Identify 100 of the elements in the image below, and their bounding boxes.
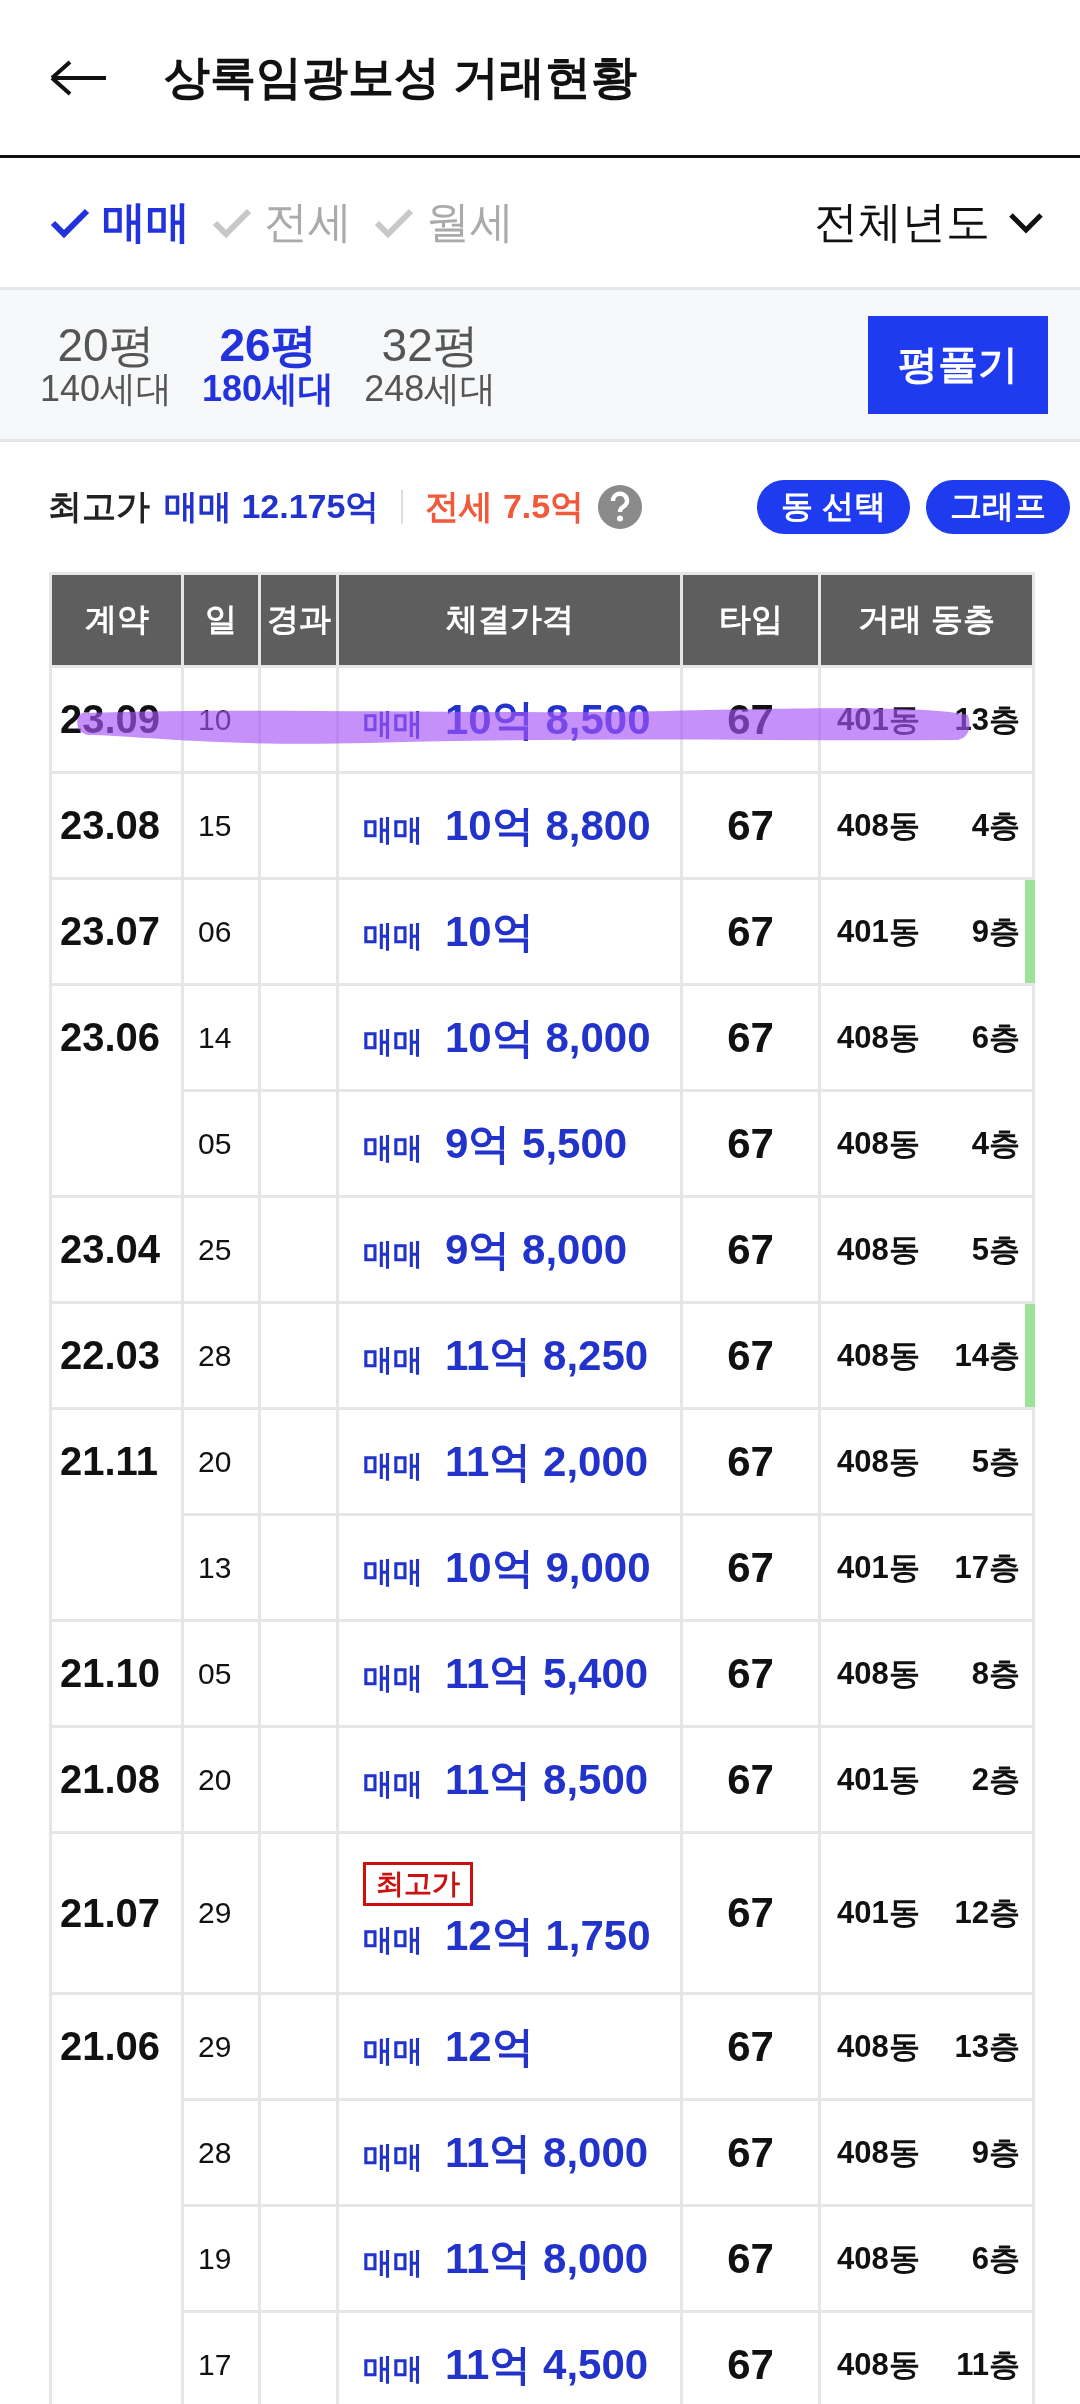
floor-number: 13층	[954, 2027, 1020, 2066]
floor-number: 4층	[971, 1124, 1020, 1163]
pill-button[interactable]: 동 선택	[757, 480, 910, 534]
deal-price: 11억 8,000	[445, 2127, 649, 2178]
floor-number: 4층	[971, 806, 1020, 845]
unit-type: 67	[727, 1331, 774, 1379]
building-number: 408동	[837, 1442, 920, 1481]
contract-month: 23.06	[60, 1015, 161, 1060]
contract-day: 29	[198, 1896, 232, 1929]
deal-price: 11억 4,500	[445, 2339, 649, 2390]
unit-type: 67	[727, 1649, 774, 1697]
floor-number: 13층	[954, 700, 1020, 739]
contract-day: 28	[198, 1338, 232, 1372]
area-tab[interactable]: 26평 180세대	[202, 321, 335, 408]
contract-day: 17	[198, 2347, 232, 2381]
contract-day: 14	[198, 1020, 232, 1054]
help-icon[interactable]	[598, 485, 643, 529]
floor-number: 2층	[971, 1760, 1020, 1799]
page-title: 상록임광보성 거래현황	[164, 49, 637, 105]
unit-type: 67	[727, 1119, 774, 1167]
building-number: 408동	[837, 2027, 920, 2066]
area-tab[interactable]: 20평 140세대	[40, 321, 173, 408]
area-tab[interactable]: 32평 248세대	[364, 321, 497, 408]
contract-day: 06	[198, 914, 232, 948]
contract-month: 21.06	[60, 2024, 161, 2069]
unit-type: 67	[727, 907, 774, 955]
deal-price: 10억 8,800	[445, 800, 651, 851]
column-header: 일	[182, 573, 260, 667]
contract-month: 21.11	[60, 1439, 158, 1484]
floor-number: 17층	[954, 1548, 1020, 1587]
building-number: 401동	[837, 1760, 920, 1799]
deal-price: 11억 8,250	[445, 1330, 649, 1381]
floor-number: 12층	[954, 1894, 1020, 1932]
lease-highest-price: 전세 7.5억	[425, 486, 585, 527]
unit-type: 67	[727, 1755, 774, 1803]
contract-month: 22.03	[60, 1333, 161, 1378]
deal-price: 10억 9,000	[445, 1542, 651, 1593]
column-header: 타입	[681, 573, 820, 667]
contract-day: 15	[198, 808, 232, 842]
column-header: 계약	[50, 573, 183, 667]
deal-type-label: 매매	[363, 1447, 423, 1484]
check-icon	[212, 206, 252, 239]
floor-number: 6층	[971, 1018, 1020, 1057]
unit-type: 67	[727, 2340, 774, 2388]
contract-day: 20	[198, 1444, 232, 1478]
unit-type: 67	[727, 1225, 774, 1273]
chevron-down-icon	[1008, 210, 1044, 235]
period-dropdown[interactable]: 전체년도	[814, 193, 1044, 252]
building-number: 408동	[837, 1124, 920, 1163]
contract-day: 05	[198, 1656, 232, 1690]
deal-type-label: 매매	[363, 1235, 423, 1272]
contract-day: 13	[198, 1550, 232, 1584]
deal-type-label: 매매	[363, 917, 423, 954]
building-number: 401동	[837, 1894, 920, 1932]
check-icon	[50, 206, 90, 239]
deal-type-label: 매매	[363, 1023, 423, 1060]
contract-month: 21.07	[60, 1890, 161, 1936]
deal-type-label: 매매	[363, 2244, 423, 2281]
contract-month: 23.07	[60, 909, 161, 954]
deal-type-label: 매매	[363, 705, 423, 742]
floor-number: 14층	[954, 1336, 1020, 1375]
deal-price: 11억 8,500	[445, 1754, 649, 1805]
building-number: 401동	[837, 700, 920, 739]
column-header: 거래 동층	[819, 573, 1034, 667]
deal-type-label: 매매	[363, 1659, 423, 1696]
unit-type: 67	[727, 1889, 774, 1936]
deal-price: 10억 8,000	[445, 1012, 651, 1063]
deal-type-label: 매매	[363, 1553, 423, 1590]
contract-day: 19	[198, 2241, 232, 2275]
unit-type: 67	[727, 2128, 774, 2176]
contract-month: 23.08	[60, 803, 161, 848]
pill-button[interactable]: 그래프	[926, 480, 1070, 534]
deal-price: 11억 2,000	[445, 1436, 649, 1487]
deal-type-label: 매매	[363, 1765, 423, 1802]
deal-type-checkbox[interactable]: 매매	[50, 193, 212, 252]
contract-day: 25	[198, 1232, 232, 1266]
unit-type: 67	[727, 695, 774, 743]
building-number: 408동	[837, 2239, 920, 2278]
deal-type-label: 매매	[363, 2138, 423, 2175]
floor-number: 9층	[971, 2133, 1020, 2172]
building-number: 408동	[837, 1654, 920, 1693]
contract-day: 20	[198, 1762, 232, 1796]
unit-type: 67	[727, 801, 774, 849]
floor-number: 6층	[971, 2239, 1020, 2278]
deal-type-label: 매매	[363, 1922, 423, 1958]
deal-type-label: 매매	[363, 2032, 423, 2069]
building-number: 401동	[837, 1548, 920, 1587]
contract-month: 21.08	[60, 1757, 161, 1802]
building-number: 408동	[837, 2345, 920, 2384]
deal-type-label: 매매	[363, 2350, 423, 2387]
deal-price: 12억	[445, 2021, 534, 2072]
contract-day: 29	[198, 2029, 232, 2063]
unit-type: 67	[727, 1543, 774, 1591]
floor-number: 11층	[956, 2345, 1020, 2384]
area-expand-button[interactable]: 평풀기	[868, 315, 1048, 414]
floor-number: 9층	[971, 912, 1020, 951]
highest-price-label: 최고가	[48, 486, 150, 527]
check-icon	[374, 206, 414, 239]
sale-highest-price: 매매 12.175억	[164, 486, 380, 527]
building-number: 408동	[837, 806, 920, 845]
